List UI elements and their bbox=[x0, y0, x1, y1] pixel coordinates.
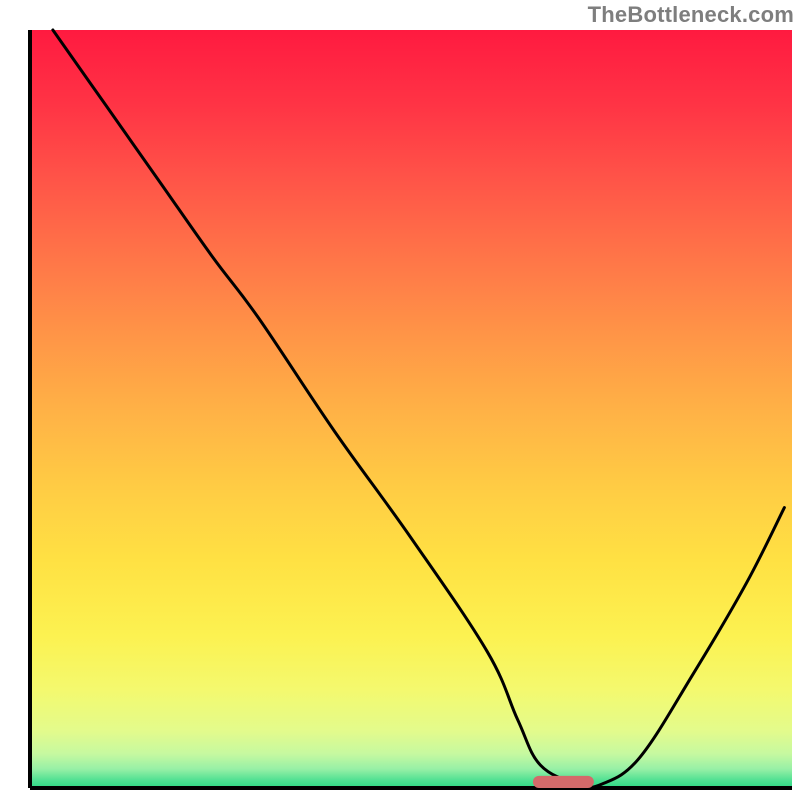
watermark-text: TheBottleneck.com bbox=[588, 2, 794, 28]
optimum-marker bbox=[533, 776, 594, 788]
bottleneck-chart bbox=[0, 0, 800, 800]
chart-frame: TheBottleneck.com bbox=[0, 0, 800, 800]
gradient-background bbox=[30, 30, 792, 788]
